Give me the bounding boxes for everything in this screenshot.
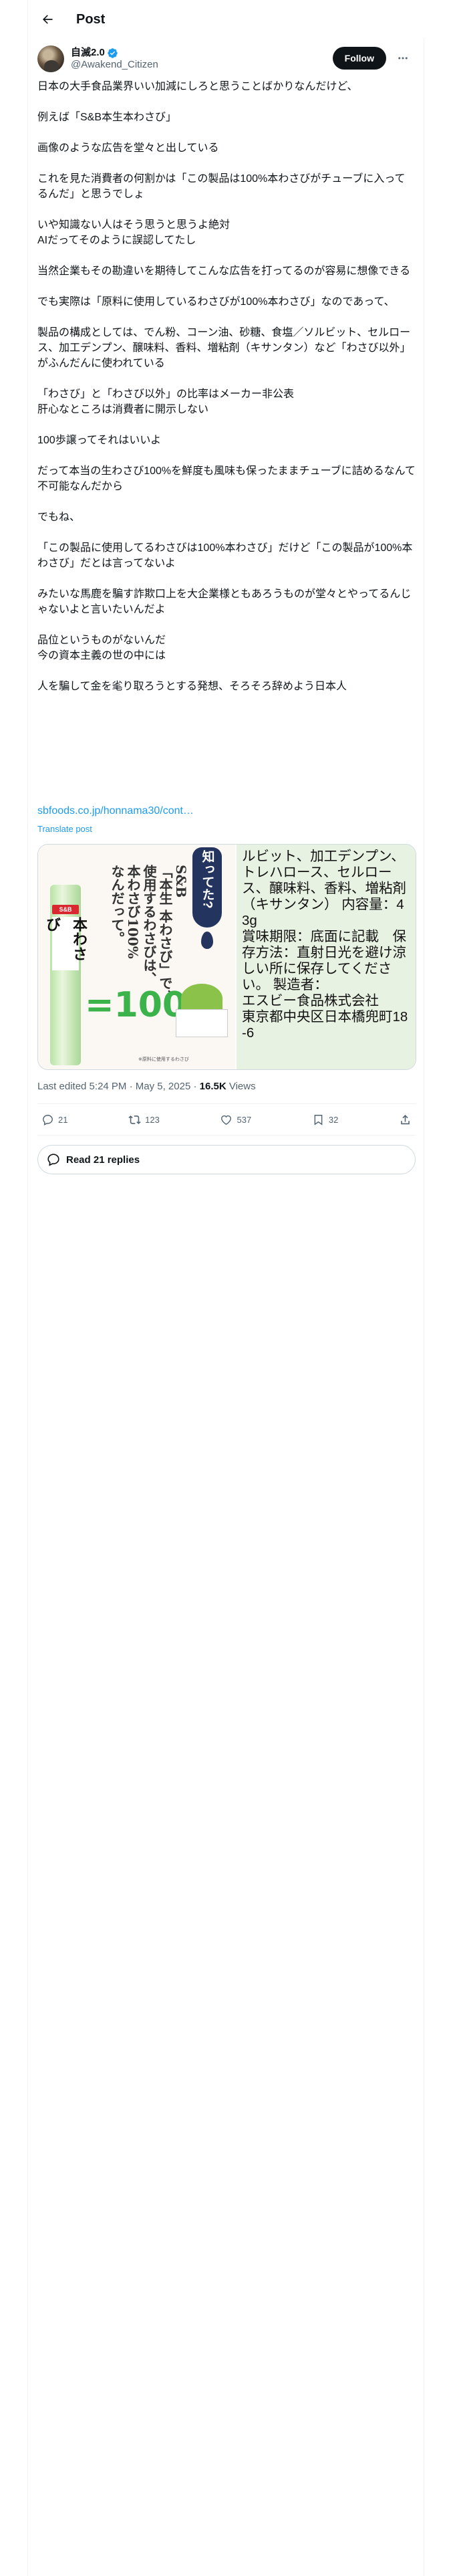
top-bar: Post bbox=[28, 0, 425, 39]
post-text: 日本の大手食品業界いい加減にしろと思うことばかりなんだけど、 例えば「S&B本生… bbox=[37, 81, 416, 692]
author-display-name[interactable]: 自滅2.0 bbox=[71, 47, 105, 59]
edited-time[interactable]: Last edited 5:24 PM · May 5, 2025 · bbox=[37, 1081, 200, 1092]
follow-button[interactable]: Follow bbox=[332, 47, 386, 70]
tube-brand: S&B bbox=[52, 905, 79, 914]
wasabi-tube: S&B 本わさび bbox=[43, 885, 88, 1065]
more-dots-icon bbox=[398, 57, 408, 60]
repost-count: 123 bbox=[145, 1114, 160, 1125]
like-button[interactable]: 537 bbox=[216, 1113, 255, 1126]
post-meta: Last edited 5:24 PM · May 5, 2025 · 16.5… bbox=[37, 1081, 256, 1092]
post-link[interactable]: sbfoods.co.jp/honnama30/cont… bbox=[37, 805, 194, 817]
bubble-drop bbox=[201, 932, 213, 949]
read-replies-button[interactable]: Read 21 replies bbox=[37, 1145, 416, 1174]
author-names: 自滅2.0 @Awakend_Citizen bbox=[71, 47, 158, 71]
views-label: Views bbox=[226, 1081, 256, 1092]
reply-icon bbox=[43, 1114, 53, 1125]
ad-image-left: S&B 本わさび S&B 「本生 本わさび」で、 使用するわさびは、 本わさび1… bbox=[38, 845, 237, 1069]
author-row: 自滅2.0 @Awakend_Citizen Follow bbox=[37, 44, 416, 74]
ad-quote: S&B 「本生 本わさび」で、 使用するわさびは、 本わさび100% なんだって… bbox=[109, 865, 189, 1003]
translate-post-link[interactable]: Translate post bbox=[37, 824, 92, 834]
verified-badge-icon bbox=[108, 47, 118, 58]
grated-wasabi bbox=[172, 977, 231, 1037]
reply-bubble-icon bbox=[47, 1154, 59, 1166]
share-icon bbox=[401, 1114, 410, 1124]
post-image[interactable]: S&B 本わさび S&B 「本生 本わさび」で、 使用するわさびは、 本わさび1… bbox=[37, 844, 416, 1070]
ad-image-right: ルビット、加工デンプン、トレハロース、セルロース、醸味料、香料、増粘剤（キサンタ… bbox=[237, 845, 416, 1069]
more-button[interactable] bbox=[393, 48, 413, 68]
heart-icon bbox=[221, 1115, 232, 1125]
views-count: 16.5K bbox=[199, 1081, 227, 1092]
back-button[interactable] bbox=[36, 8, 59, 31]
ingredient-label-text: ルビット、加工デンプン、トレハロース、セルロース、醸味料、香料、増粘剤（キサンタ… bbox=[242, 849, 408, 1041]
like-count: 537 bbox=[237, 1114, 252, 1125]
post-column: Post 自滅2.0 @Awakend_Citizen Follow 日本の大手… bbox=[27, 0, 425, 2576]
divider bbox=[37, 1135, 416, 1136]
repost-icon bbox=[128, 1115, 141, 1124]
speech-bubble: 知ってた? bbox=[192, 847, 222, 928]
arrow-left-icon bbox=[43, 15, 53, 24]
wasabi-box bbox=[176, 1009, 228, 1037]
read-replies-label: Read 21 replies bbox=[66, 1154, 140, 1166]
bookmark-icon bbox=[314, 1114, 323, 1125]
page-title: Post bbox=[76, 11, 106, 27]
author-handle[interactable]: @Awakend_Citizen bbox=[71, 59, 158, 71]
tube-name: 本わさび bbox=[43, 917, 88, 970]
avatar[interactable] bbox=[37, 45, 64, 72]
share-button[interactable] bbox=[395, 1113, 416, 1126]
bookmark-count: 32 bbox=[328, 1114, 339, 1125]
reply-button[interactable]: 21 bbox=[37, 1113, 71, 1126]
action-bar: 21 123 537 32 bbox=[37, 1104, 416, 1135]
bookmark-button[interactable]: 32 bbox=[308, 1113, 342, 1126]
reply-count: 21 bbox=[58, 1114, 68, 1125]
repost-button[interactable]: 123 bbox=[124, 1113, 164, 1126]
author-display-name-row: 自滅2.0 bbox=[71, 47, 158, 59]
bubble-text: 知ってた? bbox=[200, 850, 214, 909]
ad-footnote: ※原料に使用するわさび bbox=[138, 1057, 189, 1062]
